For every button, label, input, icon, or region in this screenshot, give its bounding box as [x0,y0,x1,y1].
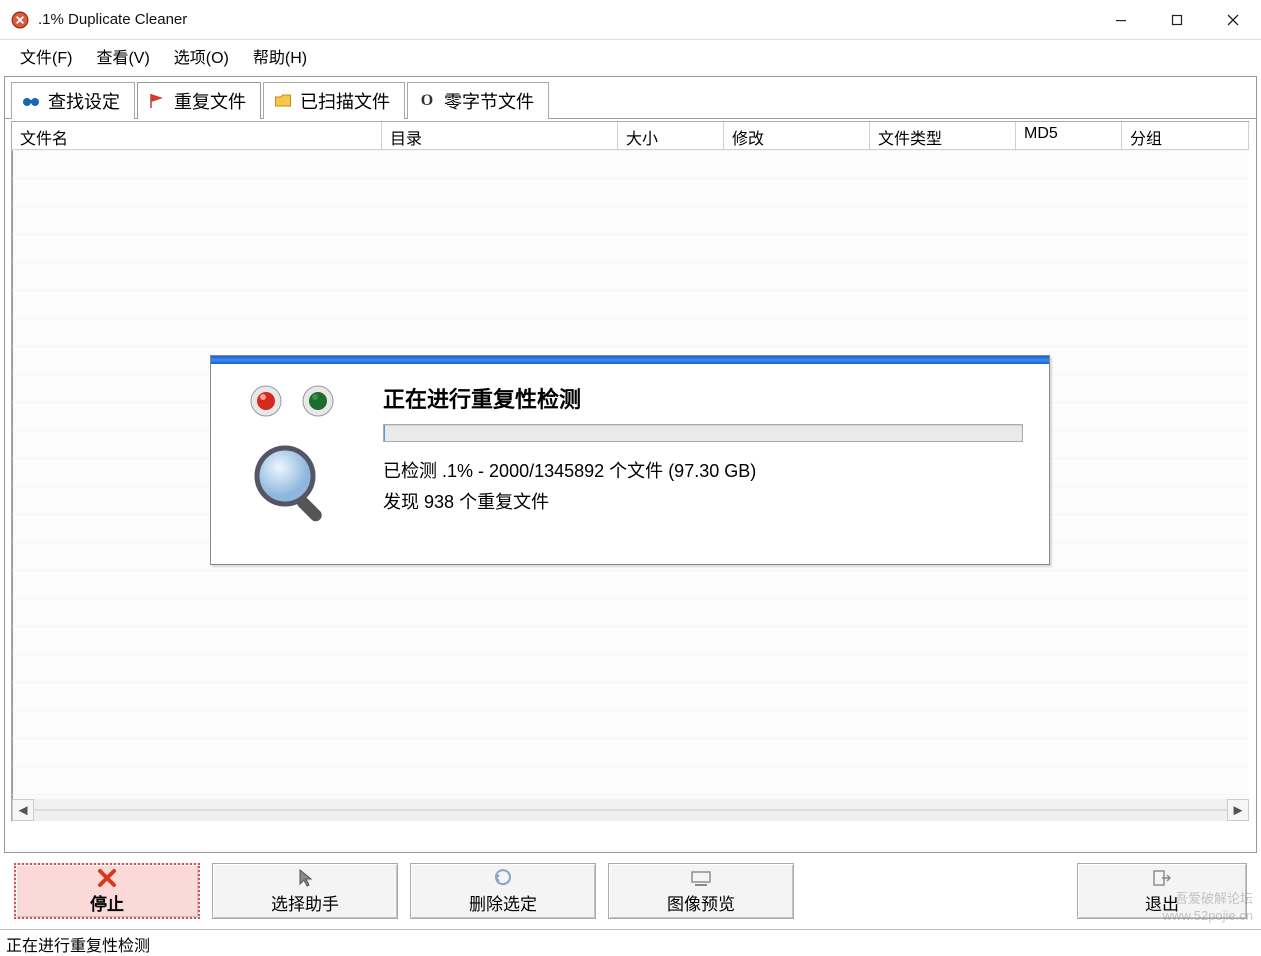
tab-search-settings[interactable]: 查找设定 [11,82,135,119]
app-icon [10,10,30,30]
scan-percent: .1% [442,461,473,481]
close-button[interactable] [1205,0,1261,39]
delete-icon [494,868,512,888]
select-helper-button[interactable]: 选择助手 [212,863,398,919]
cursor-icon [297,868,313,888]
preview-icon [690,868,712,888]
dialog-text: 已检测 .1% - 2000/1345892 个文件 (97.30 GB) 发现… [383,456,1025,517]
scroll-right-button[interactable]: ► [1227,799,1249,821]
flag-icon [148,92,166,110]
found-prefix: 发现 [383,492,424,512]
scan-progress: 2000/1345892 [489,461,604,481]
window-title: .1% Duplicate Cleaner [38,11,187,28]
scan-prefix: 已检测 [383,461,442,481]
image-preview-button[interactable]: 图像预览 [608,863,794,919]
stop-button[interactable]: 停止 [14,863,200,919]
col-group[interactable]: 分组 [1122,122,1249,149]
menu-file[interactable]: 文件(F) [8,40,84,72]
tab-zero-byte-files[interactable]: O 零字节文件 [407,82,549,119]
tab-duplicate-files[interactable]: 重复文件 [137,82,261,119]
progress-dialog: 正在进行重复性检测 已检测 .1% - 2000/1345892 个文件 (97… [210,355,1050,565]
led-green-icon [301,384,335,418]
progress-fill [384,425,385,441]
tab-bar: 查找设定 重复文件 已扫描文件 O 零字节文件 [5,77,1256,119]
scroll-left-button[interactable]: ◄ [12,799,34,821]
found-count: 938 [424,492,454,512]
bottom-toolbar: 停止 选择助手 删除选定 图像预览 退出 [0,853,1261,929]
button-label: 图像预览 [667,890,735,915]
table-body: 正在进行重复性检测 已检测 .1% - 2000/1345892 个文件 (97… [12,150,1249,799]
title-bar: .1% Duplicate Cleaner [0,0,1261,40]
scroll-track[interactable] [34,809,1227,811]
delete-selected-button[interactable]: 删除选定 [410,863,596,919]
col-modified[interactable]: 修改 [724,122,870,149]
exit-icon [1152,868,1172,888]
tab-label: 查找设定 [48,88,120,114]
maximize-button[interactable] [1149,0,1205,39]
scan-sep: - [473,461,489,481]
exit-button[interactable]: 退出 [1077,863,1247,919]
menu-view[interactable]: 查看(V) [84,40,161,72]
menu-bar: 文件(F) 查看(V) 选项(O) 帮助(H) [0,40,1261,72]
col-directory[interactable]: 目录 [382,122,618,149]
menu-help[interactable]: 帮助(H) [241,40,319,72]
col-size[interactable]: 大小 [618,122,724,149]
tab-label: 零字节文件 [444,88,534,114]
tab-label: 重复文件 [174,88,246,114]
horizontal-scrollbar[interactable]: ◄ ► [12,799,1249,821]
col-filename[interactable]: 文件名 [12,122,382,149]
button-label: 停止 [90,890,124,915]
table-header: 文件名 目录 大小 修改 文件类型 MD5 分组 [12,122,1249,150]
status-text: 正在进行重复性检测 [6,938,150,955]
status-bar: 正在进行重复性检测 [0,929,1261,953]
led-red-icon [249,384,283,418]
minimize-button[interactable] [1093,0,1149,39]
binoculars-icon [22,92,40,110]
scan-size: (97.30 GB) [668,461,756,481]
button-label: 退出 [1145,890,1179,915]
results-panel: 文件名 目录 大小 修改 文件类型 MD5 分组 [11,121,1250,822]
col-filetype[interactable]: 文件类型 [870,122,1016,149]
dialog-titlebar[interactable] [211,356,1049,364]
window-controls [1093,0,1261,39]
tab-label: 已扫描文件 [300,88,390,114]
magnifier-icon [247,438,337,532]
stop-icon [97,868,117,888]
tab-scanned-files[interactable]: 已扫描文件 [263,82,405,119]
found-suffix: 个重复文件 [454,492,549,512]
button-label: 删除选定 [469,890,537,915]
folder-icon [274,92,292,110]
col-md5[interactable]: MD5 [1016,122,1122,149]
progress-bar [383,424,1023,442]
button-label: 选择助手 [271,890,339,915]
zero-icon: O [418,92,436,110]
dialog-heading: 正在进行重复性检测 [383,382,1025,414]
menu-options[interactable]: 选项(O) [162,40,241,72]
scan-files-label: 个文件 [604,461,668,481]
